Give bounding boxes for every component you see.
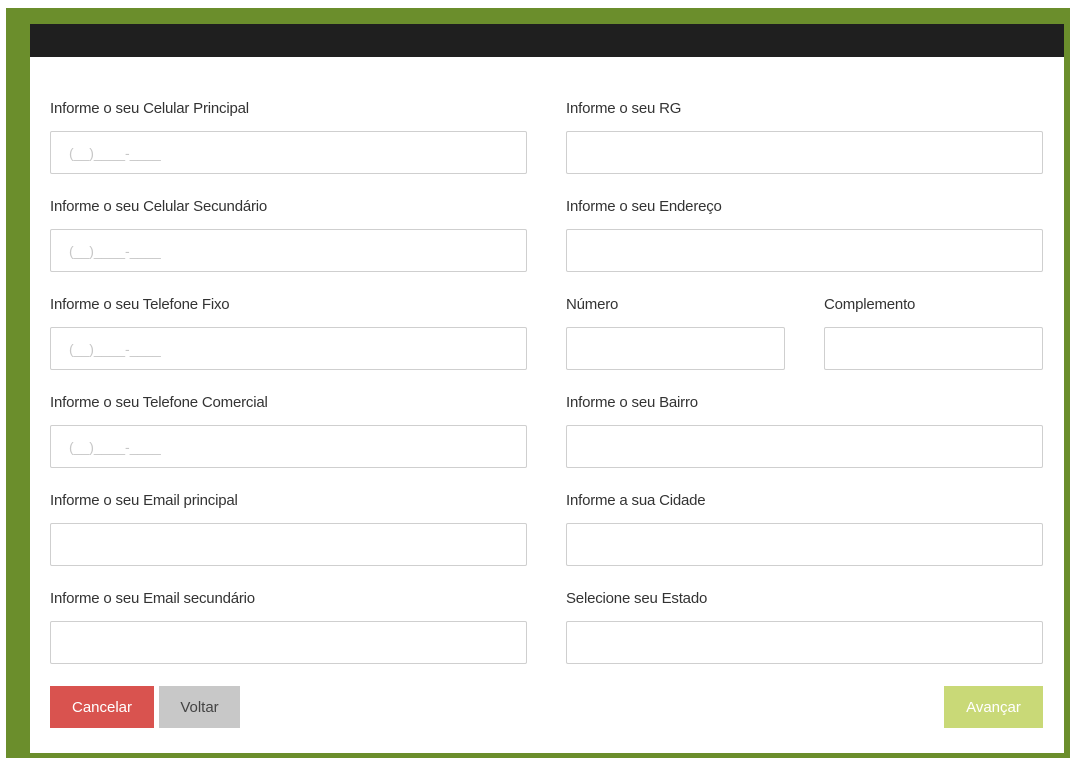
rg-input[interactable] bbox=[566, 131, 1043, 174]
cidade-label: Informe a sua Cidade bbox=[566, 492, 706, 509]
email-secundario-input[interactable] bbox=[50, 621, 527, 664]
bairro-input[interactable] bbox=[566, 425, 1043, 468]
cancel-button[interactable]: Cancelar bbox=[50, 686, 154, 728]
telefone-fixo-input[interactable] bbox=[50, 327, 527, 370]
next-button[interactable]: Avançar bbox=[944, 686, 1043, 728]
endereco-label: Informe o seu Endereço bbox=[566, 198, 722, 215]
telefone-comercial-label: Informe o seu Telefone Comercial bbox=[50, 394, 268, 411]
complemento-label: Complemento bbox=[824, 296, 916, 313]
celular-secundario-input[interactable] bbox=[50, 229, 527, 272]
modal-header-bar bbox=[30, 24, 1064, 57]
modal-frame: Informe o seu Celular Principal Informe … bbox=[6, 8, 1070, 758]
celular-secundario-label: Informe o seu Celular Secundário bbox=[50, 198, 268, 215]
email-secundario-label: Informe o seu Email secundário bbox=[50, 590, 255, 607]
back-button[interactable]: Voltar bbox=[159, 686, 240, 728]
rg-label: Informe o seu RG bbox=[566, 100, 682, 117]
bairro-label: Informe o seu Bairro bbox=[566, 394, 698, 411]
email-principal-label: Informe o seu Email principal bbox=[50, 492, 238, 509]
celular-principal-label: Informe o seu Celular Principal bbox=[50, 100, 249, 117]
telefone-fixo-label: Informe o seu Telefone Fixo bbox=[50, 296, 230, 313]
estado-select[interactable] bbox=[566, 621, 1043, 664]
endereco-input[interactable] bbox=[566, 229, 1043, 272]
cidade-input[interactable] bbox=[566, 523, 1043, 566]
estado-label: Selecione seu Estado bbox=[566, 590, 708, 607]
form-panel: Informe o seu Celular Principal Informe … bbox=[30, 24, 1064, 753]
complemento-input[interactable] bbox=[824, 327, 1043, 370]
telefone-comercial-input[interactable] bbox=[50, 425, 527, 468]
celular-principal-input[interactable] bbox=[50, 131, 527, 174]
numero-label: Número bbox=[566, 296, 619, 313]
email-principal-input[interactable] bbox=[50, 523, 527, 566]
numero-input[interactable] bbox=[566, 327, 785, 370]
